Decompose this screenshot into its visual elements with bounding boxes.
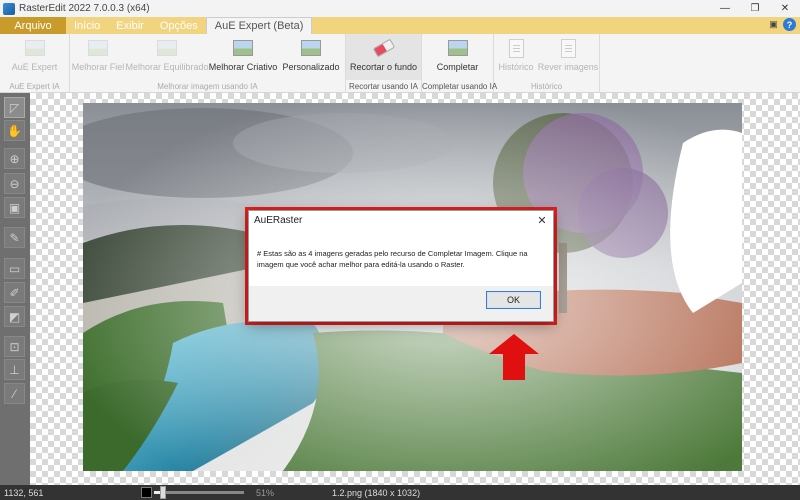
mask-tool-icon[interactable]: ◩ [4, 306, 25, 327]
title-bar: RasterEdit 2022 7.0.0.3 (x64) — ❐ ✕ [0, 0, 800, 17]
fit-view-icon[interactable]: ▣ [4, 197, 25, 218]
red-arrow-icon [489, 334, 539, 380]
rever-imagens-button[interactable]: Rever imagens [538, 34, 598, 80]
melhorar-criativo-label: Melhorar Criativo [208, 62, 278, 72]
ok-button[interactable]: OK [486, 291, 541, 309]
dialog-close-icon[interactable]: ✕ [535, 213, 549, 227]
melhorar-equilibrado-button[interactable]: Melhorar Equilibrado [125, 34, 209, 80]
group-aue-expert: AuE Expert AuE Expert IA [0, 34, 70, 93]
aue-expert-label: AuE Expert [11, 62, 58, 72]
save-icon[interactable]: ▣ [767, 18, 780, 31]
rever-imagens-label: Rever imagens [537, 62, 599, 72]
image-gear-icon [301, 40, 321, 56]
window-title: RasterEdit 2022 7.0.0.3 (x64) [19, 3, 150, 14]
status-bar: 1132, 561 51% 1.2.png (1840 x 1032) [0, 485, 800, 500]
dialog-title: AuERaster [254, 215, 303, 226]
zoom-out-icon[interactable]: ⊖ [4, 173, 25, 194]
zoom-slider-thumb[interactable] [160, 486, 166, 499]
brush-icon[interactable]: ✎ [4, 227, 25, 248]
app-icon [3, 2, 15, 15]
group-label: AuE Expert IA [9, 82, 60, 91]
restore-button[interactable]: ❐ [740, 0, 770, 17]
image-icon [157, 40, 177, 56]
window-controls: — ❐ ✕ [710, 0, 800, 17]
tab-aue-expert[interactable]: AuE Expert (Beta) [205, 17, 313, 34]
dialog-title-bar: AuERaster ✕ [249, 211, 553, 230]
document-icon [508, 38, 524, 58]
document-icon [560, 38, 576, 58]
image-icon [233, 40, 253, 56]
historico-label: Histórico [498, 62, 534, 72]
image-icon [88, 40, 108, 56]
pencil-tool-icon[interactable]: ✐ [4, 282, 25, 303]
dialog-message: # Estas são as 4 imagens geradas pelo re… [249, 230, 553, 286]
group-historico: Histórico Rever imagens Histórico [494, 34, 600, 93]
ribbon-tabs: Arquivo Início Exibir Opções AuE Expert … [0, 17, 800, 34]
completar-label: Completar [436, 62, 479, 72]
group-label: Melhorar imagem usando IA [157, 82, 258, 91]
eyedropper-icon[interactable]: ⁄ [4, 383, 25, 404]
hand-tool-icon[interactable]: ✋ [4, 120, 25, 141]
group-recortar: Recortar o fundo Recortar usando IA [346, 34, 422, 93]
tab-exibir[interactable]: Exibir [108, 17, 152, 34]
tab-opcoes[interactable]: Opções [152, 17, 206, 34]
melhorar-fiel-button[interactable]: Melhorar Fiel [70, 34, 126, 80]
group-label: Completar usando IA [422, 82, 498, 91]
select-tool-icon[interactable]: ◸ [4, 97, 25, 118]
zoom-slider[interactable] [154, 486, 244, 499]
zoom-percent: 51% [256, 487, 275, 498]
group-completar: Completar Completar usando IA [422, 34, 498, 93]
completar-button[interactable]: Completar [422, 34, 493, 80]
magic-image-icon [447, 40, 468, 56]
crop-tool-icon[interactable]: ⊡ [4, 336, 25, 357]
historico-button[interactable]: Histórico [494, 34, 538, 80]
stamp-tool-icon[interactable]: ⊥ [4, 359, 25, 380]
message-dialog: AuERaster ✕ # Estas são as 4 imagens ger… [248, 210, 554, 322]
melhorar-fiel-label: Melhorar Fiel [71, 62, 125, 72]
minimize-button[interactable]: — [710, 0, 740, 17]
file-info: 1.2.png (1840 x 1032) [332, 487, 421, 498]
left-toolbar: ◸ ✋ ⊕ ⊖ ▣ ✎ ▭ ✐ ◩ ⊡ ⊥ ⁄ [0, 93, 30, 485]
tab-arquivo[interactable]: Arquivo [0, 17, 66, 34]
tab-inicio[interactable]: Início [66, 17, 108, 34]
eraser-tool-icon[interactable]: ▭ [4, 258, 25, 279]
group-label: Recortar usando IA [349, 82, 418, 91]
help-icon[interactable]: ? [783, 18, 796, 31]
personalizado-button[interactable]: Personalizado [278, 34, 344, 80]
melhorar-equilibrado-label: Melhorar Equilibrado [125, 62, 209, 72]
melhorar-criativo-button[interactable]: Melhorar Criativo [208, 34, 278, 80]
recortar-fundo-button[interactable]: Recortar o fundo [346, 34, 421, 80]
close-button[interactable]: ✕ [770, 0, 800, 17]
image-icon [24, 40, 45, 56]
background-color-swatch[interactable] [141, 487, 152, 498]
zoom-in-icon[interactable]: ⊕ [4, 148, 25, 169]
group-melhorar: Melhorar Fiel Melhorar Equilibrado Melho… [70, 34, 346, 93]
personalizado-label: Personalizado [282, 62, 340, 72]
ribbon: AuE Expert AuE Expert IA Melhorar Fiel M… [0, 34, 800, 93]
recortar-fundo-label: Recortar o fundo [349, 62, 418, 72]
dialog-footer: OK [249, 286, 553, 322]
eraser-icon [372, 38, 395, 58]
cursor-coordinates: 1132, 561 [4, 487, 44, 498]
aue-expert-button[interactable]: AuE Expert [0, 34, 69, 80]
group-label: Histórico [530, 82, 563, 91]
